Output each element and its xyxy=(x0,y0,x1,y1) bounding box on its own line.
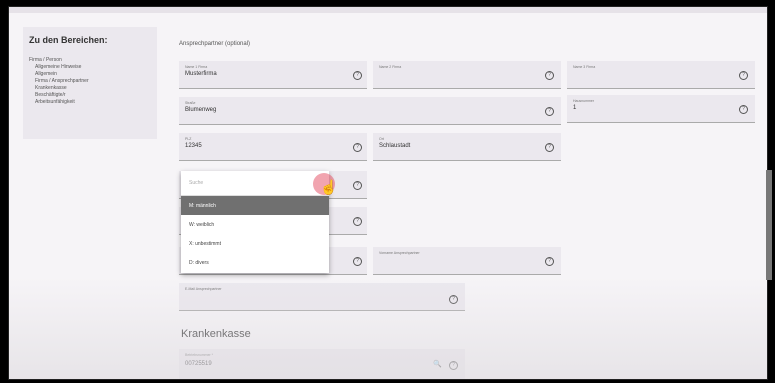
dropdown-option-label: D: divers xyxy=(189,260,209,266)
name2-field[interactable]: Name 2 Firma ? xyxy=(373,61,561,89)
name1-label: Name 1 Firma xyxy=(185,65,208,69)
info-icon[interactable]: ? xyxy=(545,143,554,152)
plz-value: 12345 xyxy=(185,143,202,149)
vorname-label: Vorname Ansprechpartner xyxy=(379,251,420,255)
ort-value: Schlaustadt xyxy=(379,143,411,149)
sidebar-item-allgemeine-hinweise[interactable]: Allgemeine Hinweise xyxy=(35,64,81,70)
sidebar-item-firma-ansprechpartner[interactable]: Firma / Ansprechpartner xyxy=(35,78,89,84)
sidebar-item-arbeitsunfaehigkeit[interactable]: Arbeitsunfähigkeit xyxy=(35,99,75,105)
sidebar-item-krankenkasse[interactable]: Krankenkasse xyxy=(35,85,67,91)
name3-label: Name 3 Firma xyxy=(573,65,596,69)
ansprechpartner-section-label: Ansprechpartner (optional) xyxy=(179,41,251,47)
salutation-dropdown: Suche M: männlich W: weiblich X: unbesti… xyxy=(181,171,329,273)
hand-pointer-icon: ☝ xyxy=(320,179,338,195)
hausnummer-value: 1 xyxy=(573,105,577,111)
plz-label: PLZ xyxy=(185,137,192,141)
name2-label: Name 2 Firma xyxy=(379,65,402,69)
browser-viewport: Zu den Bereichen: Firma / Person Allgeme… xyxy=(8,6,768,380)
email-field[interactable]: E-Mail Ansprechpartner ? xyxy=(179,283,465,311)
strasse-label: Straße xyxy=(185,101,196,105)
dropdown-search-input[interactable]: Suche xyxy=(181,171,329,196)
hausnummer-label: Hausnummer xyxy=(573,99,595,103)
dropdown-option-unbestimmt[interactable]: X: unbestimmt xyxy=(181,234,329,253)
sections-sidebar: Zu den Bereichen: Firma / Person Allgeme… xyxy=(23,27,157,139)
info-icon[interactable]: ? xyxy=(353,71,362,80)
betriebsnummer-value: 00725519 xyxy=(185,361,212,367)
sidebar-item-firma-person[interactable]: Firma / Person xyxy=(29,57,62,63)
info-icon[interactable]: ? xyxy=(449,361,458,370)
ort-field[interactable]: Ort Schlaustadt ? xyxy=(373,133,561,161)
search-icon[interactable]: 🔍 xyxy=(433,360,442,368)
info-icon[interactable]: ? xyxy=(545,71,554,80)
strasse-value: Blumenweg xyxy=(185,107,217,113)
info-icon[interactable]: ? xyxy=(545,107,554,116)
dropdown-option-maennlich[interactable]: M: männlich xyxy=(181,196,329,215)
info-icon[interactable]: ? xyxy=(353,257,362,266)
dropdown-search-placeholder: Suche xyxy=(189,180,204,186)
info-icon[interactable]: ? xyxy=(739,71,748,80)
name3-field[interactable]: Name 3 Firma ? xyxy=(567,61,755,89)
sidebar-title: Zu den Bereichen: xyxy=(29,35,108,45)
plz-field[interactable]: PLZ 12345 ? xyxy=(179,133,367,161)
dropdown-option-label: M: männlich xyxy=(189,203,216,209)
sidebar-item-beschaeftigte[interactable]: Beschäftigte/r xyxy=(35,92,66,98)
ort-label: Ort xyxy=(379,137,384,141)
hausnummer-field[interactable]: Hausnummer 1 ? xyxy=(567,95,755,123)
betriebsnummer-field[interactable]: Betriebsnummer * 00725519 🔍 ? xyxy=(179,349,465,379)
dropdown-option-label: W: weiblich xyxy=(189,222,215,228)
dropdown-option-divers[interactable]: D: divers xyxy=(181,253,329,272)
betriebsnummer-label: Betriebsnummer * xyxy=(185,353,214,357)
vorname-field[interactable]: Vorname Ansprechpartner ? xyxy=(373,247,561,275)
email-label: E-Mail Ansprechpartner xyxy=(185,287,222,291)
info-icon[interactable]: ? xyxy=(353,143,362,152)
name1-field[interactable]: Name 1 Firma Musterfirma ? xyxy=(179,61,367,89)
sidebar-item-allgemein[interactable]: Allgemein xyxy=(35,71,57,77)
top-fields-edge xyxy=(9,7,767,13)
info-icon[interactable]: ? xyxy=(353,217,362,226)
dropdown-option-weiblich[interactable]: W: weiblich xyxy=(181,215,329,234)
page-scrollbar[interactable] xyxy=(766,170,772,280)
dropdown-option-label: X: unbestimmt xyxy=(189,241,221,247)
info-icon[interactable]: ? xyxy=(353,181,362,190)
strasse-field[interactable]: Straße Blumenweg ? xyxy=(179,97,561,125)
krankenkasse-heading: Krankenkasse xyxy=(181,328,251,340)
info-icon[interactable]: ? xyxy=(545,257,554,266)
info-icon[interactable]: ? xyxy=(449,295,458,304)
name1-value: Musterfirma xyxy=(185,71,217,77)
info-icon[interactable]: ? xyxy=(739,105,748,114)
